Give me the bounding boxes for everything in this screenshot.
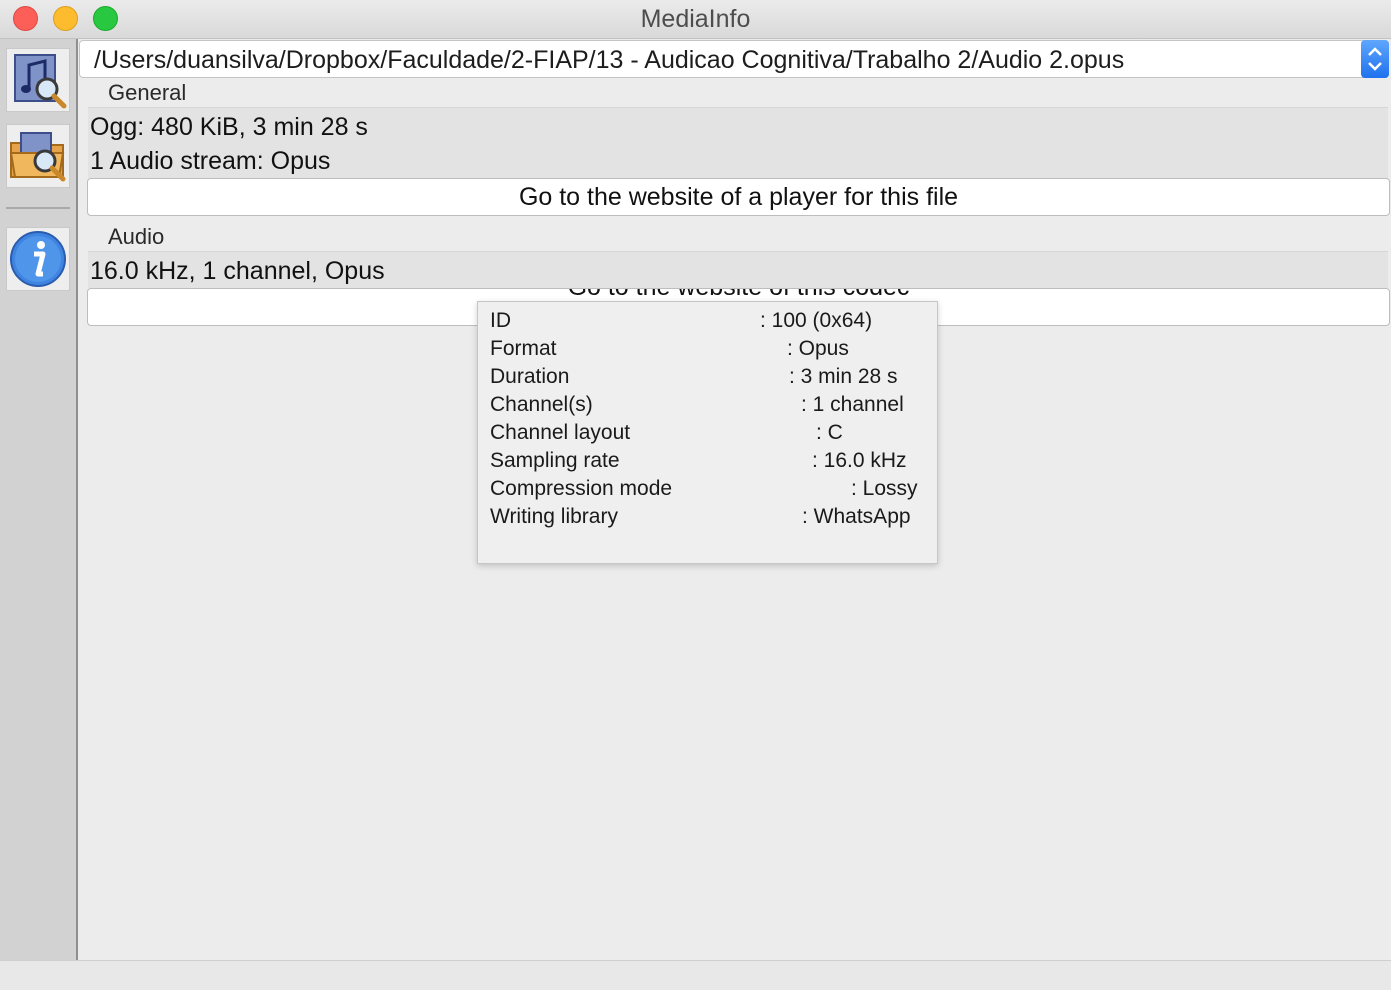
player-website-button[interactable]: Go to the website of a player for this f… [87,178,1390,216]
audio-info-box: 16.0 kHz, 1 channel, Opus [88,251,1388,288]
tooltip-key-channel-layout: Channel layout [490,421,631,444]
tooltip-key-sampling-rate: Sampling rate [490,449,620,472]
tooltip-value-channel-layout: : C [816,421,843,444]
general-summary-line: Ogg: 480 KiB, 3 min 28 s [90,113,368,141]
tooltip-value-sampling-rate: : 16.0 kHz [812,449,907,472]
open-folder-icon [9,132,66,182]
tooltip-key-writing-library: Writing library [490,505,618,528]
tooltip-key-compression-mode: Compression mode [490,477,673,500]
tooltip-key-id: ID [490,309,511,332]
open-media-file-icon [14,54,67,109]
window-title: MediaInfo [640,5,751,33]
up-down-chevron-icon [1368,47,1382,71]
general-stream-line: 1 Audio stream: Opus [90,147,331,175]
tooltip-key-channels: Channel(s) [490,393,593,416]
tooltip-key-format: Format [490,337,557,360]
tooltip-key-duration: Duration [490,365,570,388]
tooltip-value-format: : Opus [787,337,849,360]
about-button[interactable] [6,227,70,291]
file-path-text: /Users/duansilva/Dropbox/Faculdade/2-FIA… [94,46,1125,74]
codec-website-label: Go to the website of this codec [568,289,910,301]
file-path-combobox[interactable]: /Users/duansilva/Dropbox/Faculdade/2-FIA… [79,40,1389,78]
tooltip-value-writing-library: : WhatsApp [802,505,911,528]
info-icon [10,231,66,287]
open-folder-button[interactable] [6,124,70,188]
general-section-label: General [108,80,187,105]
toolbar-sidebar [0,39,78,960]
audio-section-label: Audio [108,224,165,249]
tooltip-value-channels: : 1 channel [801,393,904,416]
toolbar-separator [6,207,70,209]
combobox-arrows[interactable] [1361,40,1389,78]
player-website-label: Go to the website of a player for this f… [518,183,959,211]
tooltip-value-duration: : 3 min 28 s [789,365,898,388]
tooltip-value-id: : 100 (0x64) [760,309,873,332]
open-file-button[interactable] [6,48,70,112]
title-bar: MediaInfo [0,0,1391,39]
tooltip-value-compression-mode: : Lossy [851,477,918,500]
audio-details-tooltip: ID : 100 (0x64) Format : Opus Duration :… [477,301,938,564]
audio-summary-line: 16.0 kHz, 1 channel, Opus [90,257,385,285]
general-info-box: Ogg: 480 KiB, 3 min 28 s 1 Audio stream:… [88,107,1388,178]
status-bar [0,960,1391,990]
